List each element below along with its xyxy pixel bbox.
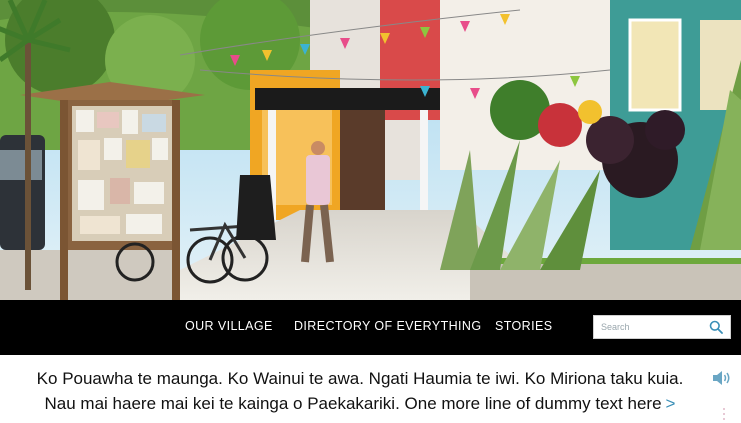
welcome-line-2: Nau mai haere mai kei te kainga o Paekak… — [0, 394, 720, 414]
welcome-section: Ko Pouawha te maunga. Ko Wainui te awa. … — [0, 355, 741, 423]
read-more-link[interactable]: > — [662, 394, 676, 413]
search-box — [593, 315, 731, 339]
welcome-line-1: Ko Pouawha te maunga. Ko Wainui te awa. … — [36, 369, 684, 388]
hero-image — [0, 0, 741, 300]
nav-directory-of-everything[interactable]: DIRECTORY OF EVERYTHING — [294, 319, 481, 333]
speaker-icon[interactable] — [712, 370, 732, 386]
search-input[interactable] — [594, 316, 713, 338]
search-icon[interactable] — [709, 320, 723, 334]
street-photo — [0, 0, 741, 300]
scroll-indicator-icon — [723, 408, 725, 420]
nav-stories[interactable]: STORIES — [495, 319, 552, 333]
welcome-line-2-text: Nau mai haere mai kei te kainga o Paekak… — [44, 394, 662, 413]
nav-our-village[interactable]: OUR VILLAGE — [185, 319, 273, 333]
